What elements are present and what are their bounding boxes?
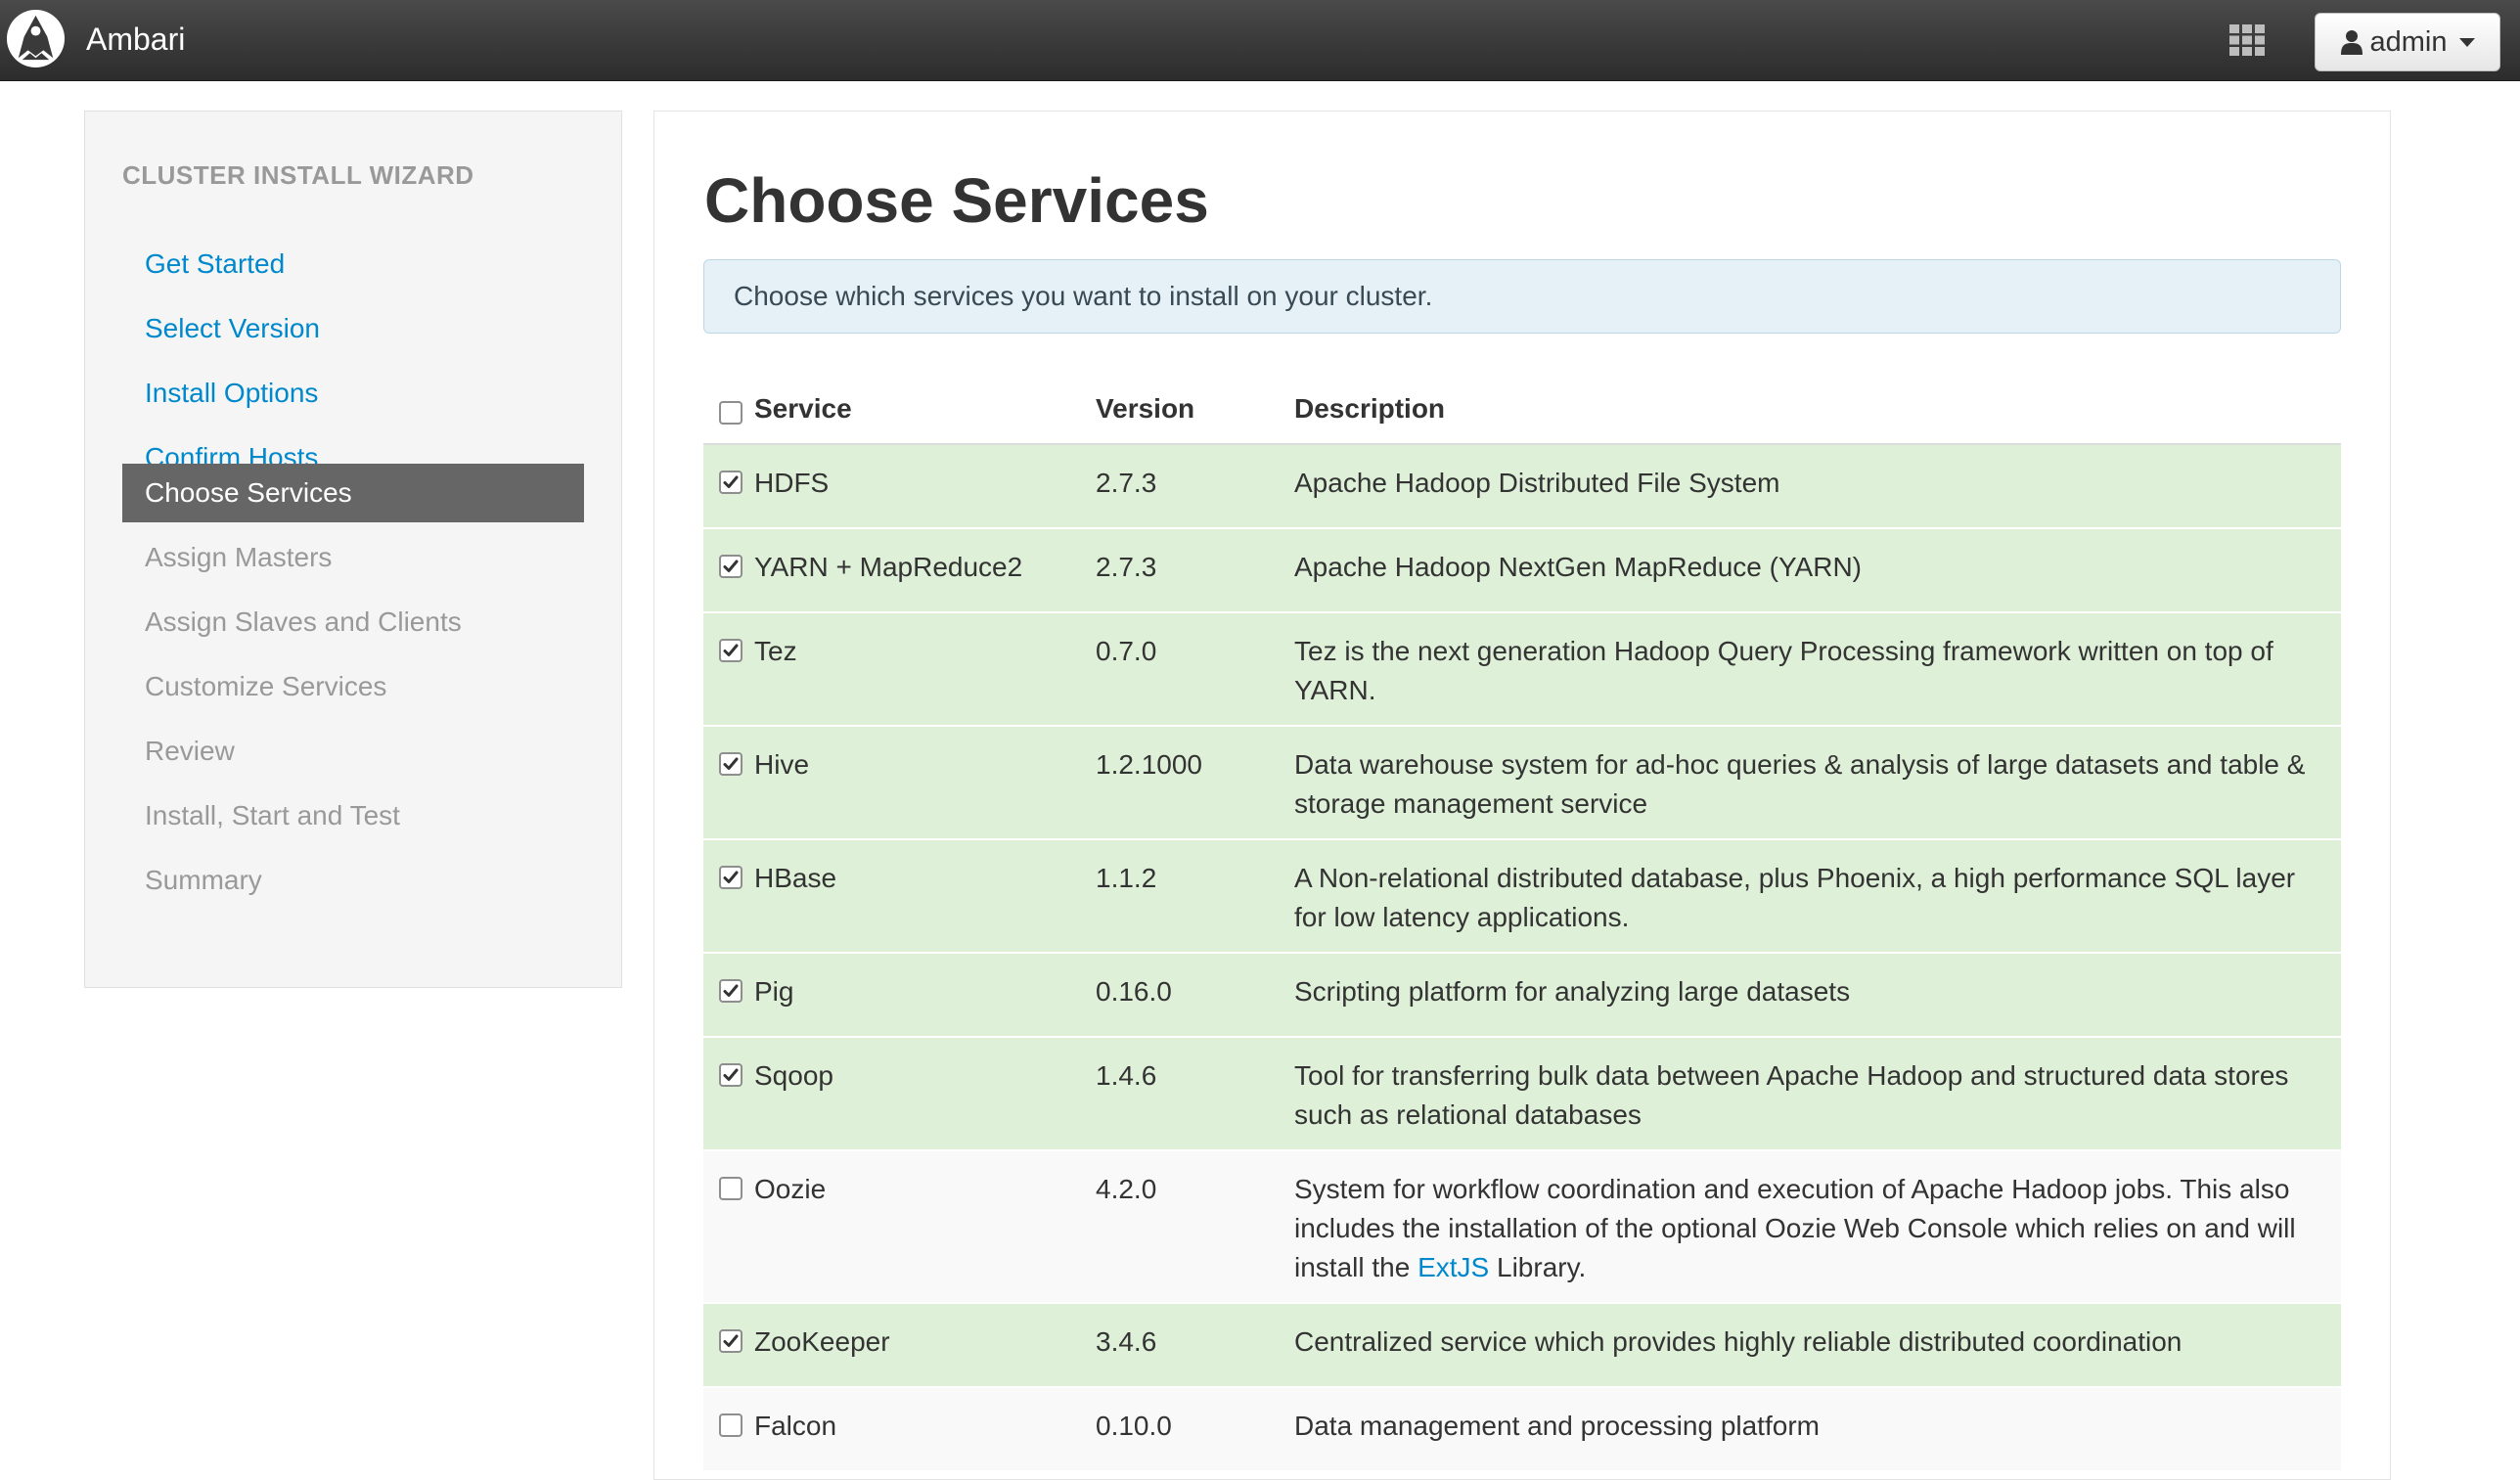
check-icon [723,757,739,770]
top-navbar: Ambari admin [0,0,2520,81]
page-title: Choose Services [704,165,1209,236]
service-checkbox[interactable] [719,555,742,578]
wizard-sidebar: CLUSTER INSTALL WIZARD Get Started Selec… [84,111,622,988]
step-assign-slaves: Assign Slaves and Clients [145,606,462,637]
service-name: HDFS [754,468,830,498]
service-name: Sqoop [754,1060,833,1091]
service-description: Apache Hadoop Distributed File System [1294,468,1780,498]
service-name: ZooKeeper [754,1326,890,1357]
service-description: Data management and processing platform [1294,1411,1820,1441]
service-version: 1.2.1000 [1096,749,1202,780]
step-install-start-test: Install, Start and Test [145,800,400,830]
service-name: Pig [754,976,794,1007]
header-version: Version [1096,393,1195,424]
service-version: 2.7.3 [1096,468,1157,498]
check-icon [723,1334,739,1347]
service-checkbox[interactable] [719,866,742,889]
step-select-version[interactable]: Select Version [122,299,584,358]
service-description: Centralized service which provides highl… [1294,1326,2182,1357]
info-alert: Choose which services you want to instal… [703,259,2341,334]
table-header: Service Version Description [703,375,2341,445]
brand-name[interactable]: Ambari [86,19,185,60]
service-version: 2.7.3 [1096,552,1157,582]
service-version: 0.10.0 [1096,1411,1172,1441]
table-row: HDFS 2.7.3 Apache Hadoop Distributed Fil… [703,445,2341,529]
header-service: Service [754,393,852,424]
check-icon [723,475,739,488]
table-row: YARN + MapReduce2 2.7.3 Apache Hadoop Ne… [703,529,2341,613]
extjs-link[interactable]: ExtJS [1418,1252,1489,1282]
service-name: Falcon [754,1411,837,1441]
caret-down-icon [2458,37,2475,47]
service-description: Tool for transferring bulk data between … [1294,1060,2289,1130]
service-version: 1.4.6 [1096,1060,1157,1091]
service-checkbox[interactable] [719,639,742,662]
service-description: System for workflow coordination and exe… [1294,1170,2331,1287]
service-checkbox[interactable] [719,1413,742,1437]
service-description: Data warehouse system for ad-hoc queries… [1294,749,2306,819]
service-version: 0.16.0 [1096,976,1172,1007]
step-review: Review [145,736,235,766]
service-version: 4.2.0 [1096,1174,1157,1204]
user-menu-button[interactable]: admin [2315,13,2500,71]
step-get-started[interactable]: Get Started [122,235,584,293]
step-summary: Summary [145,865,262,895]
table-row: Tez 0.7.0 Tez is the next generation Had… [703,613,2341,727]
service-checkbox[interactable] [719,1329,742,1353]
service-checkbox[interactable] [719,752,742,776]
service-name: HBase [754,863,837,893]
service-description: Tez is the next generation Hadoop Query … [1294,636,2273,705]
check-icon [723,871,739,883]
service-description: Apache Hadoop NextGen MapReduce (YARN) [1294,552,1863,582]
service-version: 0.7.0 [1096,636,1157,666]
user-icon [2340,30,2362,55]
service-version: 3.4.6 [1096,1326,1157,1357]
step-choose-services[interactable]: Choose Services [122,464,584,522]
table-row: Oozie 4.2.0 System for workflow coordina… [703,1151,2341,1304]
user-name: admin [2369,25,2448,58]
check-icon [723,984,739,997]
service-checkbox[interactable] [719,1063,742,1087]
service-checkbox[interactable] [719,1177,742,1200]
table-row: Falcon 0.10.0 Data management and proces… [703,1388,2341,1472]
table-row: HBase 1.1.2 A Non-relational distributed… [703,840,2341,954]
table-row: Pig 0.16.0 Scripting platform for analyz… [703,954,2341,1038]
table-row: Hive 1.2.1000 Data warehouse system for … [703,727,2341,840]
service-version: 1.1.2 [1096,863,1157,893]
service-name: Oozie [754,1174,827,1204]
ambari-logo-icon[interactable] [5,8,67,69]
step-install-options[interactable]: Install Options [122,364,584,423]
oozie-description-suffix: Library. [1497,1252,1587,1282]
check-icon [723,644,739,656]
check-icon [723,1068,739,1081]
header-description: Description [1294,393,1446,424]
grid-icon[interactable] [2228,23,2266,57]
step-customize-services: Customize Services [145,671,387,701]
service-name: Hive [754,749,810,780]
step-assign-masters: Assign Masters [145,542,333,572]
table-row: Sqoop 1.4.6 Tool for transferring bulk d… [703,1038,2341,1151]
table-row: ZooKeeper 3.4.6 Centralized service whic… [703,1304,2341,1388]
service-name: Tez [754,636,797,666]
service-name: YARN + MapReduce2 [754,552,1023,582]
service-checkbox[interactable] [719,979,742,1003]
sidebar-header: CLUSTER INSTALL WIZARD [122,160,474,190]
service-checkbox[interactable] [719,471,742,494]
services-table: Service Version Description HDFS 2.7.3 A… [703,375,2341,1472]
service-description: Scripting platform for analyzing large d… [1294,976,1851,1007]
select-all-checkbox[interactable] [719,401,742,425]
check-icon [723,560,739,572]
service-description: A Non-relational distributed database, p… [1294,863,2296,932]
